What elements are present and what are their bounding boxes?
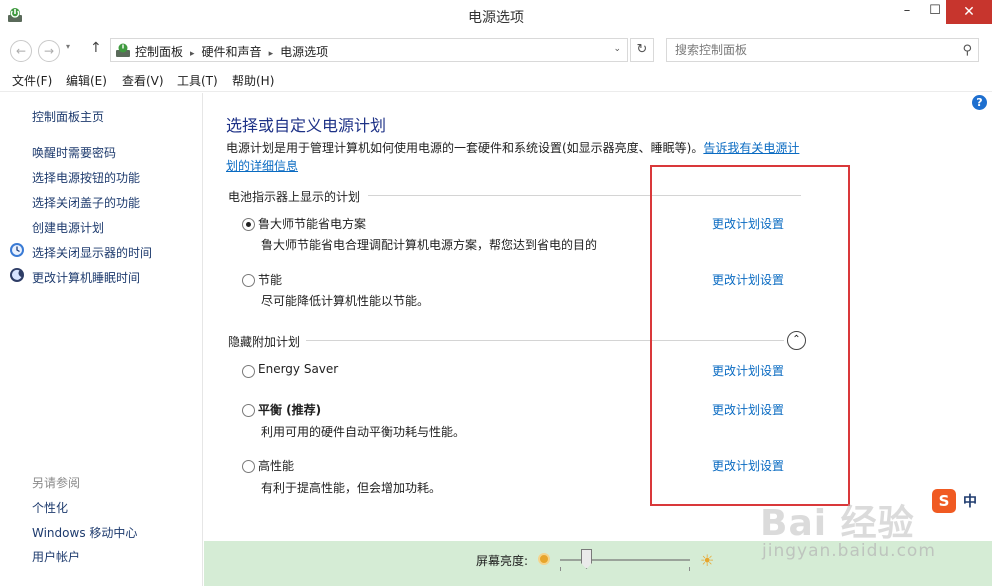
description-text: 电源计划是用于管理计算机如何使用电源的一套硬件和系统设置(如显示器亮度、睡眠等)… [226, 141, 704, 155]
sidebar-item-sleep-time[interactable]: 更改计算机睡眠时间 [32, 269, 140, 286]
annotation-highlight-box [650, 165, 850, 506]
plan-name-balanced[interactable]: 平衡 (推荐) [258, 401, 321, 418]
address-bar: ← → ▾ ↑ 控制面板 ▸ 硬件和声音 ▸ 电源选项 ⌄ ↻ ⚲ [0, 32, 992, 68]
sidebar-item-lid-close-action[interactable]: 选择关闭盖子的功能 [32, 194, 140, 211]
sidebar-item-power-button-action[interactable]: 选择电源按钮的功能 [32, 169, 140, 186]
back-button[interactable]: ← [10, 40, 32, 62]
plan-name-power-saver[interactable]: 节能 [258, 271, 282, 288]
breadcrumb-item-control-panel[interactable]: 控制面板 [135, 45, 183, 59]
forward-button[interactable]: → [38, 40, 60, 62]
brightness-slider-thumb[interactable] [581, 549, 592, 569]
refresh-button[interactable]: ↻ [630, 38, 654, 62]
close-button[interactable]: ✕ [946, 0, 992, 24]
brightness-low-sun-icon [538, 553, 550, 565]
watermark-url: jingyan.baidu.com [762, 541, 936, 561]
sidebar-item-windows-mobility-center[interactable]: Windows 移动中心 [32, 524, 137, 541]
left-navigation-pane: 控制面板主页 唤醒时需要密码 选择电源按钮的功能 选择关闭盖子的功能 创建电源计… [0, 93, 203, 586]
page-title: 选择或自定义电源计划 [226, 116, 387, 135]
breadcrumb-item-power-options[interactable]: 电源选项 [280, 45, 328, 59]
menu-tools[interactable]: 工具(T) [177, 72, 218, 89]
ime-language-indicator[interactable]: 中 [963, 491, 977, 511]
breadcrumb-separator-icon[interactable]: ▸ [269, 49, 274, 59]
sidebar-item-display-off-time[interactable]: 选择关闭显示器的时间 [32, 244, 152, 261]
menu-edit[interactable]: 编辑(E) [66, 72, 107, 89]
sidebar-item-require-password-on-wake[interactable]: 唤醒时需要密码 [32, 144, 116, 161]
hidden-plans-section-heading: 隐藏附加计划 [228, 335, 301, 349]
search-icon[interactable]: ⚲ [962, 43, 972, 58]
minimize-button[interactable]: – [892, 0, 922, 24]
search-input[interactable] [675, 42, 955, 58]
brightness-label: 屏幕亮度: [476, 554, 529, 568]
plan-radio-power-saver[interactable] [242, 274, 255, 287]
ime-toolbar[interactable]: S 中 [932, 488, 988, 514]
address-dropdown-icon[interactable]: ⌄ [613, 44, 621, 54]
battery-meter-section-heading: 电池指示器上显示的计划 [228, 190, 361, 204]
plan-radio-energy-saver[interactable] [242, 365, 255, 378]
sidebar-item-create-power-plan[interactable]: 创建电源计划 [32, 219, 104, 236]
plan-name-ludashi[interactable]: 鲁大师节能省电方案 [258, 215, 366, 232]
display-clock-icon [10, 243, 24, 257]
control-panel-icon [116, 43, 130, 57]
breadcrumb-separator-icon[interactable]: ▸ [190, 49, 195, 59]
sidebar-item-control-panel-home[interactable]: 控制面板主页 [32, 108, 104, 125]
sleep-moon-icon [10, 268, 24, 282]
plan-desc-balanced: 利用可用的硬件自动平衡功耗与性能。 [261, 425, 466, 439]
help-icon[interactable]: ? [972, 95, 987, 110]
brightness-slider-ticks [560, 567, 690, 571]
menu-help[interactable]: 帮助(H) [232, 72, 274, 89]
search-box[interactable]: ⚲ [666, 38, 979, 62]
menu-bar: 文件(F) 编辑(E) 查看(V) 工具(T) 帮助(H) [0, 68, 992, 92]
breadcrumb-item-hardware-sound[interactable]: 硬件和声音 [202, 45, 262, 59]
menu-file[interactable]: 文件(F) [12, 72, 52, 89]
plan-radio-ludashi[interactable] [242, 218, 255, 231]
up-arrow-icon[interactable]: ↑ [90, 40, 102, 56]
plan-desc-high-performance: 有利于提高性能，但会增加功耗。 [261, 481, 442, 495]
see-also-heading: 另请参阅 [32, 476, 81, 490]
plan-desc-power-saver: 尽可能降低计算机性能以节能。 [261, 294, 430, 308]
watermark-logo: Bai 经验 [760, 503, 915, 544]
recent-locations-chevron-icon[interactable]: ▾ [66, 42, 70, 51]
menu-view[interactable]: 查看(V) [122, 72, 164, 89]
brightness-high-sun-icon: ☀ [700, 551, 715, 570]
sidebar-item-personalization[interactable]: 个性化 [32, 499, 68, 516]
title-bar: 电源选项 – ☐ ✕ [0, 0, 992, 32]
plan-desc-ludashi: 鲁大师节能省电合理调配计算机电源方案，帮您达到省电的目的 [261, 238, 598, 252]
breadcrumb[interactable]: 控制面板 ▸ 硬件和声音 ▸ 电源选项 ⌄ [110, 38, 628, 62]
brightness-slider-track[interactable] [560, 559, 690, 561]
sogou-ime-logo-icon[interactable]: S [932, 489, 956, 513]
window-title: 电源选项 [468, 10, 524, 26]
sidebar-item-user-accounts[interactable]: 用户帐户 [32, 548, 80, 565]
plan-name-high-performance[interactable]: 高性能 [258, 457, 294, 474]
plan-radio-balanced[interactable] [242, 404, 255, 417]
plan-radio-high-performance[interactable] [242, 460, 255, 473]
plan-name-energy-saver[interactable]: Energy Saver [258, 362, 338, 376]
breadcrumb-items: 控制面板 ▸ 硬件和声音 ▸ 电源选项 [135, 43, 328, 60]
